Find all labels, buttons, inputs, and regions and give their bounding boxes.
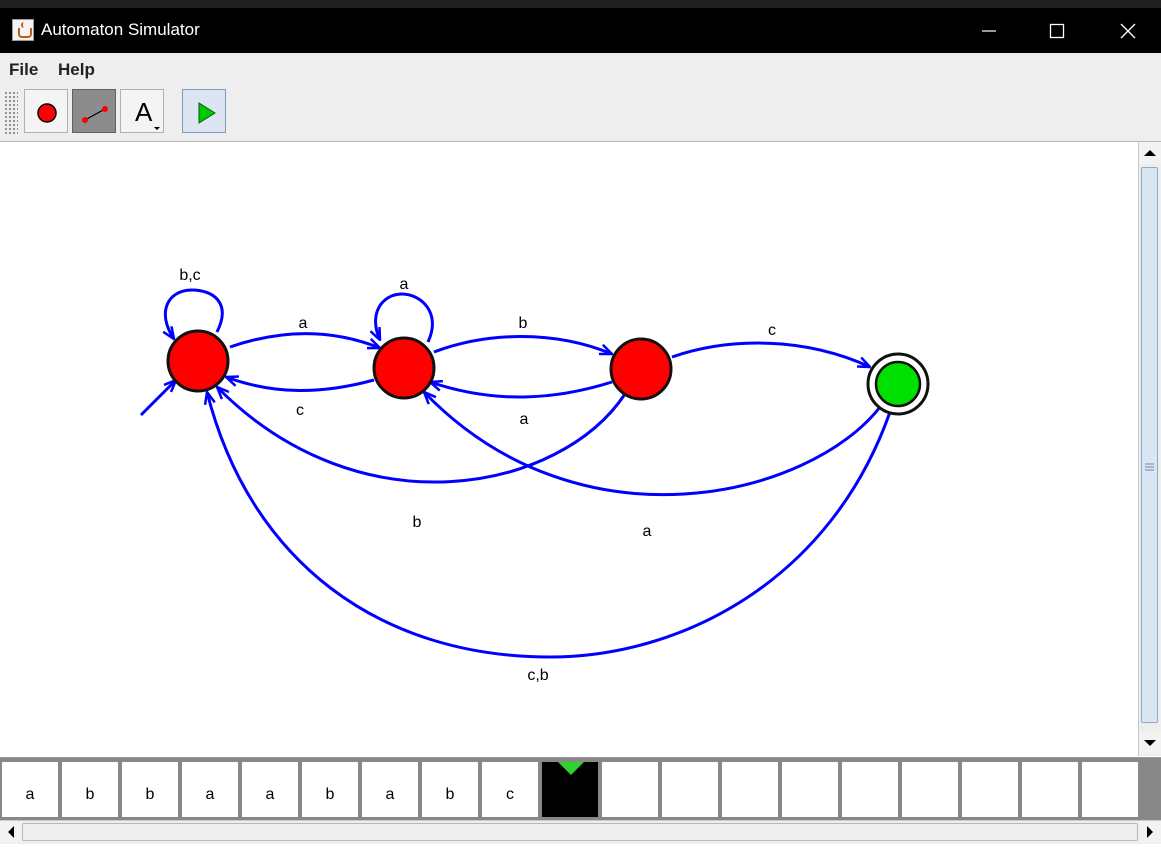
title-bar[interactable]: Automaton Simulator <box>0 8 1161 53</box>
text-label-icon: A <box>135 97 160 130</box>
tape-cell[interactable]: b <box>302 762 358 817</box>
scroll-left-button[interactable] <box>0 821 22 843</box>
toolbar: A <box>0 85 1161 142</box>
close-button[interactable] <box>1093 8 1161 53</box>
transition-line-icon <box>82 106 108 123</box>
close-icon <box>1120 23 1136 38</box>
screen-top-edge <box>0 0 1161 8</box>
menu-help[interactable]: Help <box>58 60 95 80</box>
input-tape: a b b a a b a b c <box>0 757 1161 820</box>
edge-label: b,c <box>179 267 200 284</box>
edge-label: a <box>400 276 409 293</box>
edge-label: a <box>520 411 529 428</box>
tape-cell[interactable] <box>902 762 958 817</box>
edge-q1-q0[interactable] <box>226 377 375 392</box>
window-title: Automaton Simulator <box>41 20 200 39</box>
edge-q3-q1[interactable] <box>424 392 882 497</box>
scroll-down-button[interactable] <box>1139 732 1161 754</box>
state-q1[interactable] <box>372 336 436 400</box>
tape-cell[interactable] <box>662 762 718 817</box>
tape-cell[interactable]: c <box>482 762 538 817</box>
edge-q3-q0[interactable] <box>207 392 892 659</box>
minimize-icon <box>982 29 996 32</box>
tape-cell[interactable]: b <box>422 762 478 817</box>
edge-q1-q2[interactable] <box>433 335 612 356</box>
edge-label: c <box>768 322 776 339</box>
tape-cell[interactable]: a <box>242 762 298 817</box>
state-q3-accepting[interactable] <box>866 352 930 416</box>
vertical-scrollbar[interactable] <box>1138 142 1161 756</box>
arrow-left-icon <box>8 826 14 838</box>
tape-cell[interactable]: a <box>362 762 418 817</box>
edge-q2-q0[interactable] <box>217 387 627 484</box>
tape-cell[interactable]: a <box>2 762 58 817</box>
edge-q0-q1[interactable] <box>229 332 380 348</box>
edge-q2-q3[interactable] <box>671 341 870 369</box>
edge-label: c,b <box>527 667 548 684</box>
automaton-graph[interactable]: b,c a a c b a c b a c,b <box>0 142 1138 756</box>
scroll-up-button[interactable] <box>1139 142 1161 164</box>
tape-cell[interactable] <box>962 762 1018 817</box>
menu-file[interactable]: File <box>9 60 38 80</box>
tape-cell[interactable] <box>1082 762 1138 817</box>
state-circle-icon <box>37 103 57 123</box>
tape-cell[interactable] <box>1022 762 1078 817</box>
play-icon <box>198 102 216 124</box>
edge-label: c <box>296 402 304 419</box>
tape-cell[interactable]: a <box>182 762 238 817</box>
grip-lines-icon <box>1145 463 1154 471</box>
edge-label: b <box>519 315 528 332</box>
menu-bar: File Help <box>0 53 1161 85</box>
add-state-tool-button[interactable] <box>24 89 68 133</box>
edge-q1-q1[interactable] <box>376 292 434 342</box>
tape-head-cell[interactable] <box>542 762 598 817</box>
start-arrow <box>139 380 176 417</box>
automaton-canvas[interactable]: b,c a a c b a c b a c,b <box>0 142 1138 756</box>
add-transition-tool-button[interactable] <box>72 89 116 133</box>
maximize-icon <box>1049 23 1065 38</box>
tape-cell[interactable] <box>782 762 838 817</box>
edge-label: b <box>413 514 422 531</box>
tape-cell[interactable]: b <box>122 762 178 817</box>
svg-text:A: A <box>135 97 153 127</box>
tape-head-marker-icon <box>558 762 584 775</box>
maximize-button[interactable] <box>1022 8 1092 53</box>
minimize-button[interactable] <box>954 8 1024 53</box>
tape-cell[interactable] <box>602 762 658 817</box>
state-q2[interactable] <box>609 337 673 401</box>
scroll-right-button[interactable] <box>1139 821 1161 843</box>
arrow-right-icon <box>1147 826 1153 838</box>
label-tool-button[interactable]: A <box>120 89 164 133</box>
state-q0[interactable] <box>166 329 230 393</box>
arrow-down-icon <box>1144 740 1156 746</box>
horizontal-scrollbar[interactable] <box>0 820 1161 844</box>
tape-cell[interactable] <box>842 762 898 817</box>
java-app-icon <box>12 19 34 41</box>
tape-cell[interactable] <box>722 762 778 817</box>
horizontal-scroll-thumb[interactable] <box>22 823 1138 841</box>
arrow-up-icon <box>1144 150 1156 156</box>
edge-label: a <box>643 523 652 540</box>
run-simulation-button[interactable] <box>182 89 226 133</box>
edge-q2-q1[interactable] <box>430 382 613 399</box>
toolbar-grip[interactable] <box>4 91 18 135</box>
vertical-scroll-thumb[interactable] <box>1141 167 1158 723</box>
tape-cell[interactable]: b <box>62 762 118 817</box>
edge-label: a <box>299 315 308 332</box>
